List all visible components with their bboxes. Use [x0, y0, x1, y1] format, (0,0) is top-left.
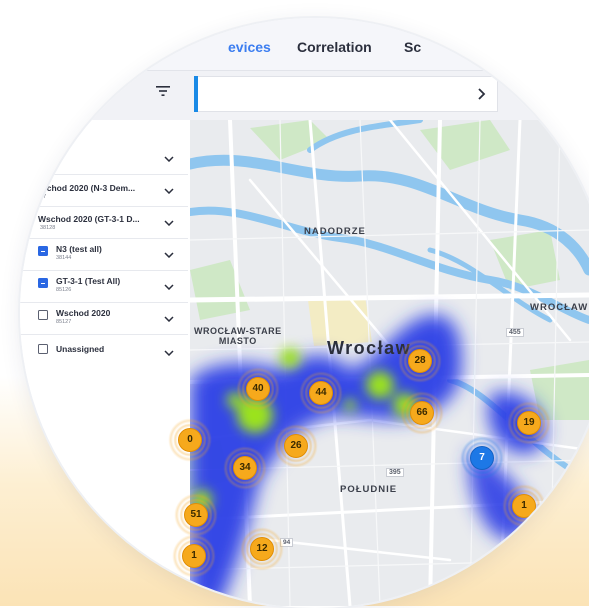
- map-cluster-marker[interactable]: 1: [172, 534, 216, 578]
- search-accent-bar: [194, 76, 198, 112]
- list-item[interactable]: GT-3-1 (Test All) 85126: [20, 270, 188, 303]
- map-cluster-marker[interactable]: 1: [502, 484, 546, 528]
- cluster-count: 12: [250, 537, 274, 561]
- map-cluster-marker[interactable]: 40: [236, 367, 280, 411]
- place-label: WROCŁAW: [530, 302, 589, 313]
- group-checkbox[interactable]: [38, 310, 48, 320]
- tab-devices[interactable]: evices: [228, 39, 271, 55]
- group-title: GT-3-1 (Test All): [56, 276, 121, 286]
- cluster-count: 40: [246, 377, 270, 401]
- chevron-down-icon[interactable]: [164, 316, 174, 322]
- map-cluster-marker[interactable]: 0: [168, 418, 212, 462]
- chevron-down-icon[interactable]: [164, 252, 174, 258]
- chevron-right-icon[interactable]: [476, 88, 486, 100]
- chevron-down-icon[interactable]: [164, 284, 174, 290]
- group-title: N3 (test all): [56, 244, 102, 254]
- filter-icon[interactable]: [156, 85, 170, 97]
- list-item[interactable]: Unassigned: [20, 334, 188, 366]
- map-cluster-marker[interactable]: 44: [299, 371, 343, 415]
- list-item[interactable]: Wschod 2020 85127: [20, 302, 188, 335]
- cluster-count: 7: [470, 446, 494, 470]
- list-item[interactable]: Wschod 2020 (N-3 Dem... 5127: [20, 174, 188, 207]
- chevron-down-icon[interactable]: [164, 156, 174, 162]
- cluster-count: 1: [512, 494, 536, 518]
- map-cluster-marker[interactable]: 7: [460, 436, 504, 480]
- list-item[interactable]: N3 (test all) 38144: [20, 238, 188, 271]
- tab-bar: evices Correlation Sc: [20, 18, 589, 70]
- cluster-count: 26: [284, 434, 308, 458]
- group-checkbox[interactable]: [38, 246, 48, 256]
- group-count: 5127: [34, 194, 47, 200]
- group-checkbox[interactable]: [38, 344, 48, 354]
- group-title: Wschod 2020: [56, 308, 111, 318]
- device-group-panel: Wschod 2020 (N-3 Dem... 5127 Wschod 2020…: [20, 120, 191, 606]
- list-item[interactable]: [20, 120, 188, 175]
- cluster-count: 0: [178, 428, 202, 452]
- place-label: POŁUDNIE: [340, 484, 398, 495]
- map-cluster-marker[interactable]: 26: [274, 424, 318, 468]
- group-count: 85127: [56, 319, 72, 325]
- cluster-count: 28: [408, 349, 432, 373]
- list-item[interactable]: Wschod 2020 (GT-3-1 D... 38128: [20, 206, 188, 239]
- cluster-count: 44: [309, 381, 333, 405]
- group-title: Wschod 2020 (GT-3-1 D...: [38, 214, 140, 224]
- group-count: 85126: [56, 287, 72, 293]
- place-label: NADODRZE: [304, 226, 366, 237]
- tab-sc[interactable]: Sc: [404, 39, 421, 55]
- group-checkbox[interactable]: [38, 278, 48, 288]
- chevron-down-icon[interactable]: [164, 188, 174, 194]
- tab-correlation[interactable]: Correlation: [297, 39, 372, 55]
- map-view[interactable]: NADODRZE Wrocław WROCŁAW-STARE MIASTO PO…: [168, 120, 589, 606]
- map-cluster-marker[interactable]: 19: [507, 401, 551, 445]
- cluster-count: 66: [410, 401, 434, 425]
- map-cluster-marker[interactable]: 51: [174, 493, 218, 537]
- cluster-count: 51: [184, 503, 208, 527]
- cluster-count: 34: [233, 456, 257, 480]
- road-shield: 455: [506, 328, 524, 337]
- place-label: WROCŁAW-STARE MIASTO: [194, 326, 282, 346]
- group-title: Unassigned: [56, 344, 105, 354]
- chevron-down-icon[interactable]: [164, 220, 174, 226]
- cluster-count: 1: [182, 544, 206, 568]
- cluster-count: 19: [517, 411, 541, 435]
- map-cluster-marker[interactable]: 12: [240, 527, 284, 571]
- map-cluster-marker[interactable]: 34: [223, 446, 267, 490]
- chevron-down-icon[interactable]: [164, 350, 174, 356]
- map-cluster-marker[interactable]: 66: [400, 391, 444, 435]
- map-search-field[interactable]: [194, 76, 498, 112]
- group-title: Wschod 2020 (N-3 Dem...: [34, 183, 136, 193]
- app-window: evices Correlation Sc Wschod 2020 (N-3 D…: [20, 18, 589, 608]
- map-cluster-marker[interactable]: 28: [398, 339, 442, 383]
- road-shield: 395: [386, 468, 404, 477]
- group-count: 38144: [56, 255, 72, 261]
- group-count: 38128: [40, 225, 56, 231]
